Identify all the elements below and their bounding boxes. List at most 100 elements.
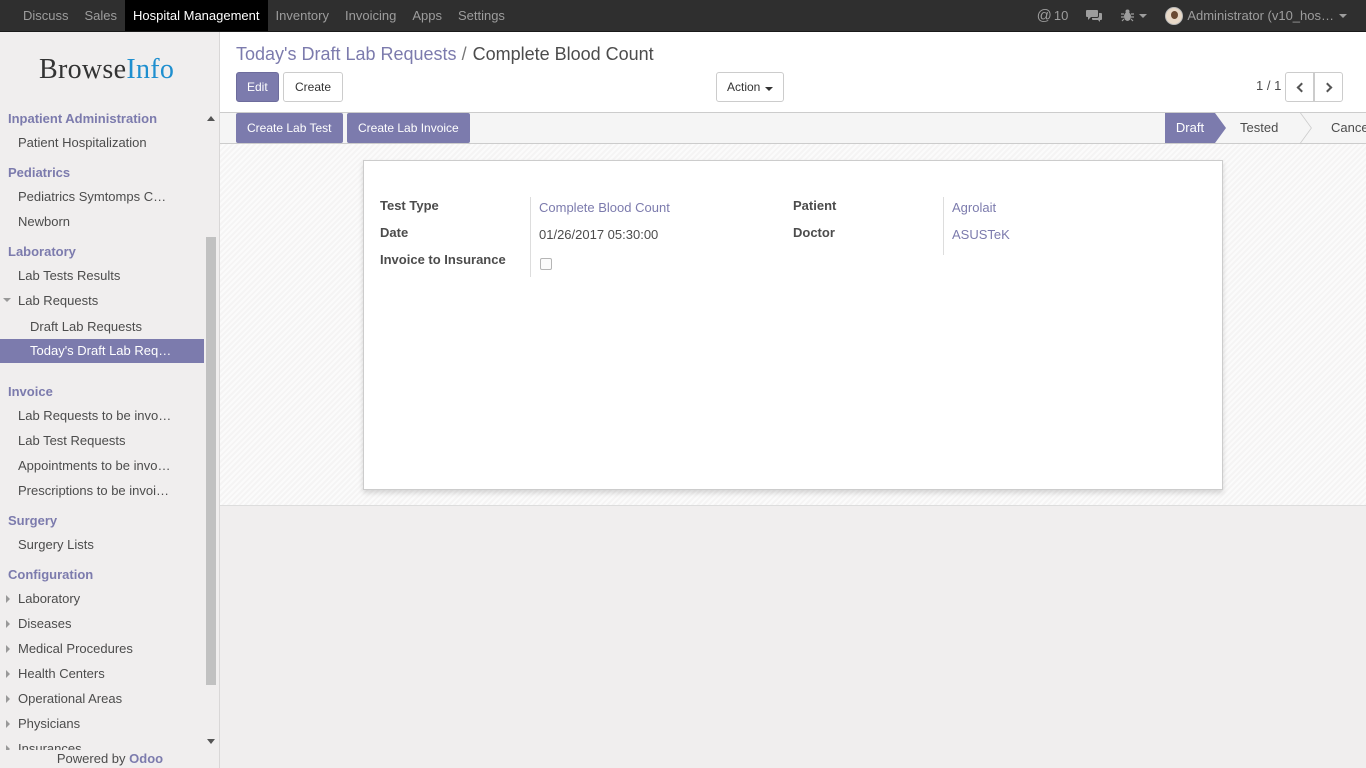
bug-icon — [1121, 9, 1135, 22]
doctor-field[interactable]: ASUSTeK — [952, 227, 1010, 242]
section-inpatient: Inpatient Administration — [8, 111, 158, 126]
stage-draft[interactable]: Draft — [1165, 113, 1226, 143]
sidebar-item-medical-procedures[interactable]: Medical Procedures — [18, 641, 204, 656]
test-type-field[interactable]: Complete Blood Count — [539, 200, 670, 215]
at-icon: @ — [1036, 7, 1052, 24]
main-menu: Discuss Sales Hospital Management Invent… — [15, 0, 513, 31]
caret-right-icon — [6, 620, 10, 628]
caret-right-icon — [6, 645, 10, 653]
patient-field[interactable]: Agrolait — [952, 200, 996, 215]
logo-text-browse: Browse — [39, 54, 127, 85]
edit-button[interactable]: Edit — [236, 72, 279, 102]
sidebar-scrollbar-thumb[interactable] — [206, 237, 216, 685]
sidebar-menu: Inpatient Administration Patient Hospita… — [0, 108, 204, 750]
form-statusbar: Create Lab Test Create Lab Invoice Draft… — [220, 112, 1366, 144]
sidebar-item-cfg-laboratory[interactable]: Laboratory — [18, 591, 204, 606]
sidebar-item-surgery-lists[interactable]: Surgery Lists — [18, 537, 204, 552]
sidebar-item-operational-areas[interactable]: Operational Areas — [18, 691, 204, 706]
chevron-down-icon — [1339, 13, 1347, 18]
menu-invoicing[interactable]: Invoicing — [337, 0, 404, 31]
chevron-down-icon — [765, 87, 774, 91]
sidebar-item-diseases[interactable]: Diseases — [18, 616, 204, 631]
menu-sales[interactable]: Sales — [77, 0, 126, 31]
sidebar: BrowseInfo Inpatient Administration Pati… — [0, 32, 220, 768]
pager-previous-button[interactable] — [1285, 72, 1314, 102]
caret-right-icon — [6, 695, 10, 703]
stage-cancel[interactable]: Cancel — [1331, 113, 1366, 143]
top-navbar: Discuss Sales Hospital Management Invent… — [0, 0, 1366, 32]
form-sheet: Test Type Date Invoice to Insurance Comp… — [363, 160, 1223, 490]
form-sheet-background: Test Type Date Invoice to Insurance Comp… — [220, 144, 1366, 506]
menu-hospital-management[interactable]: Hospital Management — [125, 0, 268, 31]
stage-separator — [1285, 113, 1299, 143]
patient-label: Patient — [793, 198, 837, 213]
user-menu[interactable]: Administrator (v10_hos… — [1156, 0, 1356, 31]
sidebar-item-lab-test-requests[interactable]: Lab Test Requests — [18, 433, 204, 448]
menu-inventory[interactable]: Inventory — [268, 0, 337, 31]
section-pediatrics: Pediatrics — [8, 165, 71, 180]
caret-right-icon — [6, 720, 10, 728]
sidebar-item-appointments-to-invoice[interactable]: Appointments to be invo… — [18, 458, 204, 473]
pager-value[interactable]: 1 / 1 — [1256, 78, 1281, 93]
create-button[interactable]: Create — [283, 72, 344, 102]
company-logo[interactable]: BrowseInfo — [39, 54, 174, 86]
chevron-down-icon — [1139, 13, 1148, 18]
caret-right-icon — [6, 745, 10, 750]
odoo-link[interactable]: Odoo — [129, 751, 163, 766]
chat-button[interactable] — [1077, 0, 1112, 31]
powered-by: Powered by Odoo — [0, 751, 220, 766]
breadcrumb-current: Complete Blood Count — [472, 44, 654, 64]
sidebar-item-physicians[interactable]: Physicians — [18, 716, 204, 731]
action-dropdown[interactable]: Action — [716, 72, 785, 102]
navbar-right: @ 10 Administrator (v10_hos… — [1028, 0, 1356, 31]
chat-icon — [1086, 9, 1103, 22]
sidebar-item-todays-draft-lab-requests[interactable]: Today's Draft Lab Req… — [0, 339, 204, 363]
sidebar-item-prescriptions-to-invoice[interactable]: Prescriptions to be invoi… — [18, 483, 204, 498]
mentions-button[interactable]: @ 10 — [1028, 0, 1078, 31]
date-label: Date — [380, 225, 409, 240]
chevron-left-icon — [1296, 82, 1306, 92]
scroll-down-icon[interactable] — [207, 739, 215, 744]
section-surgery: Surgery — [8, 513, 58, 528]
create-lab-invoice-button[interactable]: Create Lab Invoice — [347, 113, 470, 143]
sidebar-item-draft-lab-requests[interactable]: Draft Lab Requests — [30, 319, 204, 334]
sidebar-item-newborn[interactable]: Newborn — [18, 214, 204, 229]
section-invoice: Invoice — [8, 384, 53, 399]
field-divider — [943, 197, 944, 255]
breadcrumb-parent[interactable]: Today's Draft Lab Requests — [236, 44, 457, 64]
main-content: Today's Draft Lab Requests / Complete Bloo… — [220, 32, 1366, 768]
sidebar-item-health-centers[interactable]: Health Centers — [18, 666, 204, 681]
section-configuration: Configuration — [8, 567, 94, 582]
date-field[interactable]: 01/26/2017 05:30:00 — [539, 227, 658, 242]
create-lab-test-button[interactable]: Create Lab Test — [236, 113, 343, 143]
menu-discuss[interactable]: Discuss — [15, 0, 77, 31]
pager-next-button[interactable] — [1314, 72, 1343, 102]
user-name: Administrator (v10_hos… — [1187, 8, 1334, 23]
invoice-to-insurance-checkbox[interactable] — [540, 258, 552, 270]
debug-menu-button[interactable] — [1112, 0, 1156, 31]
field-divider — [530, 197, 531, 277]
caret-right-icon — [6, 670, 10, 678]
doctor-label: Doctor — [793, 225, 835, 240]
invoice-to-insurance-label: Invoice to Insurance — [380, 252, 506, 267]
sidebar-item-insurances[interactable]: Insurances — [18, 741, 204, 750]
sidebar-item-lab-requests[interactable]: Lab Requests — [18, 293, 204, 308]
stage-tested[interactable]: Tested — [1240, 113, 1278, 143]
notification-count: 10 — [1053, 8, 1069, 23]
control-panel: Today's Draft Lab Requests / Complete Bloo… — [220, 32, 1366, 112]
menu-settings[interactable]: Settings — [450, 0, 513, 31]
menu-apps[interactable]: Apps — [404, 0, 450, 31]
sidebar-item-pediatrics-symptoms[interactable]: Pediatrics Symtomps C… — [18, 189, 204, 204]
page-bottom-area — [220, 506, 1366, 768]
breadcrumb: Today's Draft Lab Requests / Complete Bloo… — [236, 44, 654, 65]
sidebar-item-lab-tests-results[interactable]: Lab Tests Results — [18, 268, 204, 283]
caret-down-icon — [3, 298, 11, 302]
powered-by-text: Powered by — [56, 751, 126, 766]
scroll-up-icon[interactable] — [207, 116, 215, 121]
section-laboratory: Laboratory — [8, 244, 76, 259]
sidebar-item-patient-hospitalization[interactable]: Patient Hospitalization — [18, 135, 204, 150]
avatar — [1165, 6, 1184, 25]
test-type-label: Test Type — [380, 198, 439, 213]
sidebar-item-lab-requests-to-invoice[interactable]: Lab Requests to be invo… — [18, 408, 204, 423]
breadcrumb-separator: / — [461, 44, 467, 64]
